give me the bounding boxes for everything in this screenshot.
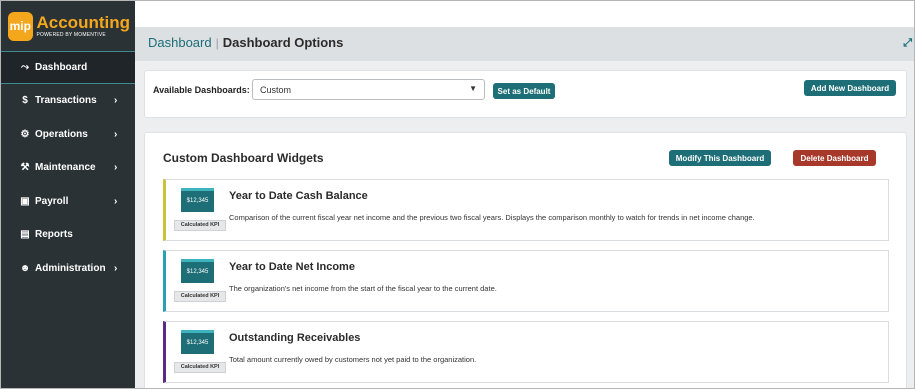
sidebar-nav: ⤳ Dashboard $ Transactions › ⚙ Operation… — [1, 51, 135, 285]
chevron-right-icon: › — [114, 128, 118, 140]
sidebar-item-label: Dashboard — [35, 62, 88, 73]
widget-card[interactable]: $12,345 Calculated KPI Year to Date Net … — [163, 250, 889, 312]
chart-line-icon: ⤳ — [21, 62, 29, 73]
widgets-panel-title: Custom Dashboard Widgets — [163, 151, 324, 165]
breadcrumb: Dashboard | Dashboard Options — [148, 35, 343, 50]
app-logo[interactable]: mip Accounting POWERED BY MOMENTIVE — [8, 9, 130, 43]
kpi-badge: Calculated KPI — [174, 220, 226, 231]
kpi-value: $12,345 — [181, 259, 214, 283]
sidebar-item-label: Operations — [35, 128, 88, 140]
dollar-icon: $ — [22, 95, 28, 107]
sidebar-item-label: Administration — [35, 262, 106, 274]
available-dashboards-label: Available Dashboards: — [153, 85, 250, 95]
modify-dashboard-button[interactable]: Modify This Dashboard — [669, 150, 771, 166]
sidebar-item-label: Transactions — [35, 95, 97, 107]
expand-icon[interactable]: ⤢ — [903, 37, 912, 50]
breadcrumb-dashboard-link[interactable]: Dashboard — [148, 35, 212, 50]
logo-subtitle: POWERED BY MOMENTIVE — [36, 31, 106, 38]
widget-description: Comparison of the current fiscal year ne… — [229, 213, 755, 222]
widget-title: Outstanding Receivables — [229, 332, 361, 344]
page-title: Dashboard Options — [222, 35, 344, 50]
set-as-default-button[interactable]: Set as Default — [493, 83, 555, 99]
kpi-badge: Calculated KPI — [174, 291, 226, 302]
widget-title: Year to Date Net Income — [229, 261, 355, 273]
users-icon: ☻ — [19, 262, 31, 274]
kpi-thumbnail: $12,345 Calculated KPI — [174, 330, 228, 374]
file-icon: ▤ — [20, 229, 30, 241]
sidebar-item-payroll[interactable]: ▣ Payroll › — [1, 185, 135, 219]
cogs-icon: ⚙ — [20, 128, 30, 140]
select-value: Custom — [260, 85, 292, 95]
main-content: Dashboard | Dashboard Options ⤢ Available … — [135, 1, 914, 388]
widget-description: The organization's net income from the s… — [229, 284, 497, 293]
chevron-right-icon: › — [114, 95, 118, 107]
sidebar-item-administration[interactable]: ☻ Administration › — [1, 252, 135, 286]
delete-dashboard-button[interactable]: Delete Dashboard — [793, 150, 876, 166]
kpi-thumbnail: $12,345 Calculated KPI — [174, 259, 228, 303]
page-header: Dashboard | Dashboard Options ⤢ — [135, 27, 914, 61]
logo-title: Accounting — [36, 12, 131, 32]
app-window: mip Accounting POWERED BY MOMENTIVE ⤳ Da… — [0, 0, 915, 389]
chevron-right-icon: › — [114, 262, 118, 274]
widget-description: Total amount currently owed by customers… — [229, 355, 477, 364]
logo-badge: mip — [8, 11, 33, 41]
kpi-thumbnail: $12,345 Calculated KPI — [174, 188, 228, 232]
sidebar-item-label: Payroll — [35, 195, 69, 207]
top-bar — [135, 1, 914, 27]
chevron-right-icon: › — [114, 162, 118, 174]
kpi-value: $12,345 — [181, 188, 214, 212]
caret-down-icon: ▼ — [469, 84, 477, 93]
custom-widgets-panel: Custom Dashboard Widgets Modify This Das… — [144, 132, 907, 388]
sidebar-item-dashboard[interactable]: ⤳ Dashboard — [1, 51, 135, 84]
sidebar-item-label: Maintenance — [35, 162, 96, 174]
sidebar-item-maintenance[interactable]: ⚒ Maintenance › — [1, 151, 135, 185]
breadcrumb-separator: | — [215, 36, 219, 50]
widget-title: Year to Date Cash Balance — [229, 190, 368, 202]
chevron-right-icon: › — [114, 195, 118, 207]
available-dashboards-select[interactable]: Custom ▼ — [252, 79, 485, 100]
kpi-value: $12,345 — [181, 330, 214, 354]
wrench-icon: ⚒ — [20, 162, 30, 174]
sidebar-item-operations[interactable]: ⚙ Operations › — [1, 118, 135, 152]
sidebar: mip Accounting POWERED BY MOMENTIVE ⤳ Da… — [1, 1, 135, 388]
add-new-dashboard-button[interactable]: Add New Dashboard — [804, 80, 896, 96]
kpi-badge: Calculated KPI — [174, 362, 226, 373]
sidebar-item-label: Reports — [35, 229, 73, 241]
widget-card[interactable]: $12,345 Calculated KPI Year to Date Cash… — [163, 179, 889, 241]
sidebar-item-reports[interactable]: ▤ Reports — [1, 218, 135, 252]
dashboard-options-panel: Available Dashboards: Custom ▼ Set as De… — [144, 70, 907, 118]
widget-card[interactable]: $12,345 Calculated KPI Outstanding Recei… — [163, 321, 889, 383]
sidebar-item-transactions[interactable]: $ Transactions › — [1, 84, 135, 118]
money-bill-icon: ▣ — [20, 195, 30, 207]
